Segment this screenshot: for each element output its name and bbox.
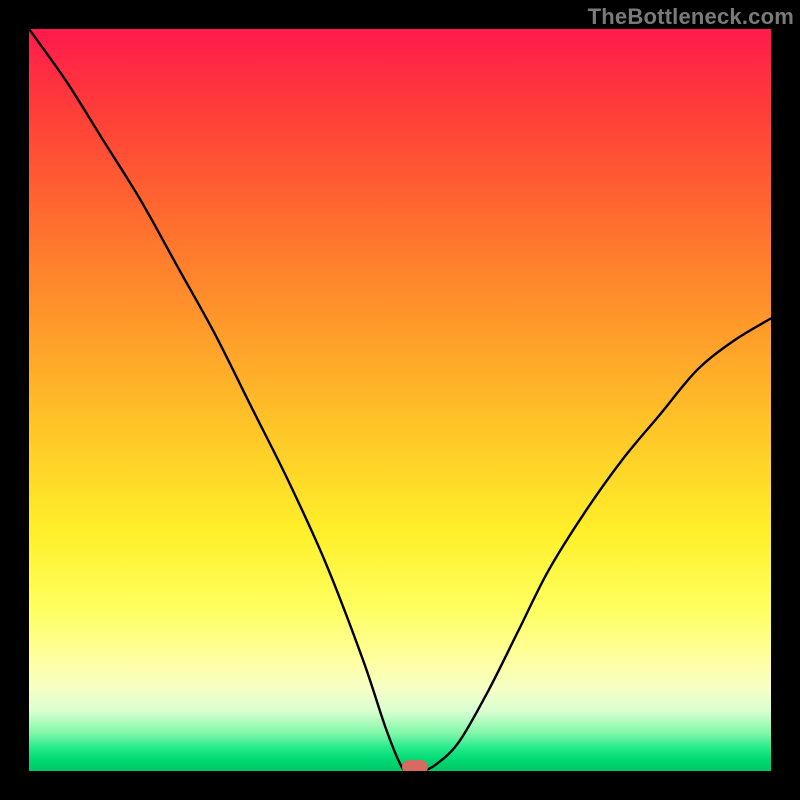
watermark-text: TheBottleneck.com: [588, 4, 794, 30]
bottleneck-curve: [29, 29, 771, 771]
plot-area: [29, 29, 771, 771]
optimum-marker: [402, 760, 428, 771]
